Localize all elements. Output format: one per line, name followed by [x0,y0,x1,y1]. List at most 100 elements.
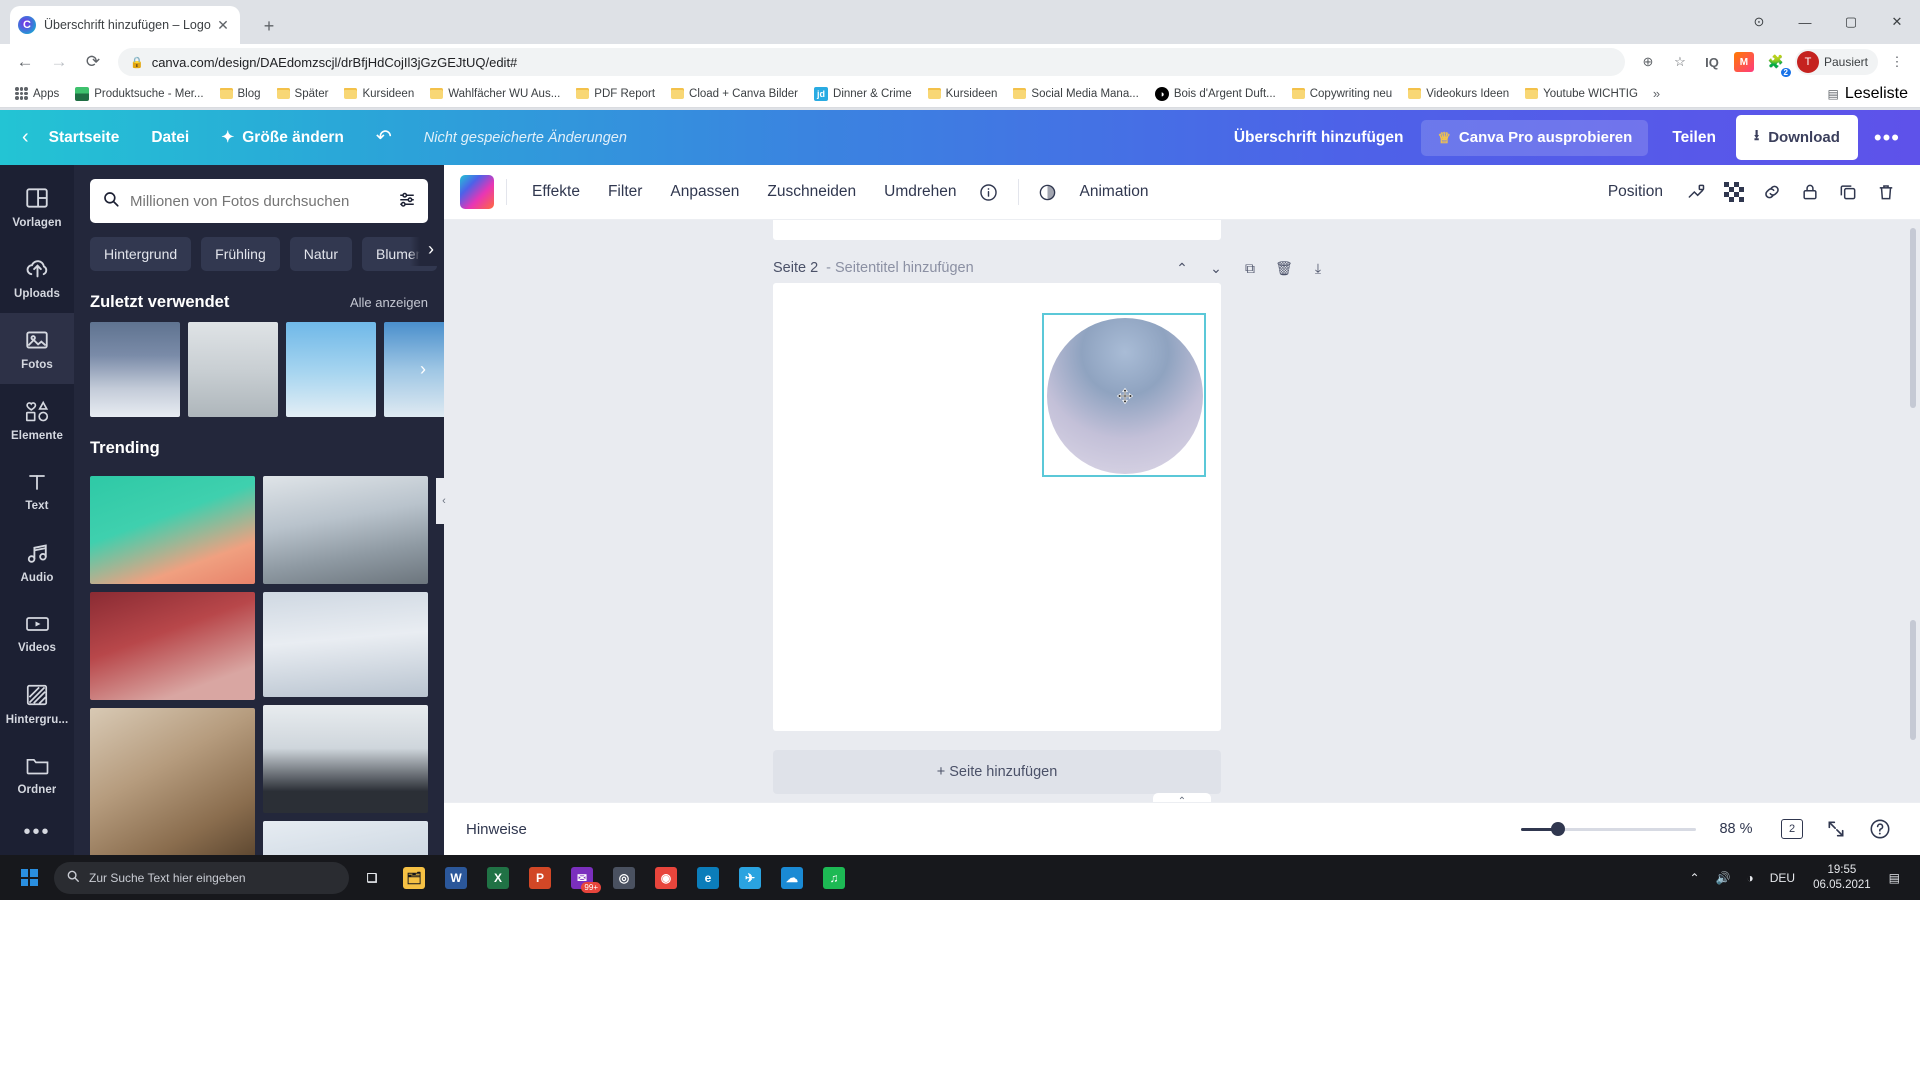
disc-icon[interactable]: ◎ [603,855,645,900]
sidebar-item-ordner[interactable]: Ordner [0,740,74,811]
sidebar-item-vorlagen[interactable]: Vorlagen [0,171,74,242]
selected-image-frame[interactable] [1042,313,1206,477]
telegram-icon[interactable]: ✈ [729,855,771,900]
bookmarks-overflow-icon[interactable]: » [1647,86,1666,101]
volume-icon[interactable]: 🔊 [1710,871,1737,885]
recent-thumb[interactable] [286,322,376,417]
recent-thumb[interactable] [188,322,278,417]
new-tab-button[interactable]: + [255,12,283,40]
photo-tile[interactable] [263,476,428,584]
effects-button[interactable]: Effekte [519,174,593,210]
network-icon[interactable]: ◑ [1741,871,1760,885]
extension-m-icon[interactable]: M [1731,49,1757,75]
bookmark-star-icon[interactable]: ☆ [1667,49,1693,75]
canvas-scrollbar-top[interactable] [1910,228,1916,408]
bookmark-item[interactable]: Youtube WICHTIG [1518,85,1645,103]
photo-tile[interactable] [90,476,255,584]
download-button[interactable]: ⭳ Download [1735,115,1858,160]
fullscreen-icon[interactable] [1818,811,1854,847]
export-page-icon[interactable]: ⤓ [1303,255,1333,281]
file-menu-button[interactable]: Datei [135,110,205,165]
back-icon[interactable]: ← [10,47,40,77]
address-bar[interactable]: 🔒 canva.com/design/DAEdomzscjl/drBfjHdCo… [118,48,1625,76]
copy-style-icon[interactable] [1678,174,1714,210]
back-to-home-icon[interactable]: ‹ [0,110,33,165]
reload-icon[interactable]: ⟳ [78,47,108,77]
bookmark-item[interactable]: jd Dinner & Crime [807,84,919,104]
design-title-input[interactable]: Überschrift hinzufügen [1216,129,1422,147]
edge-icon[interactable]: e [687,855,729,900]
sidebar-more-icon[interactable]: ••• [0,811,74,855]
page-title-input[interactable]: - Seitentitel hinzufügen [826,260,974,276]
bookmark-item[interactable]: Produktsuche - Mer... [68,84,210,104]
canvas-scrollbar-bottom[interactable] [1910,620,1916,740]
zoom-slider[interactable] [1521,819,1696,839]
taskbar-search-box[interactable]: Zur Suche Text hier eingeben [54,861,349,894]
photo-tile[interactable] [90,708,255,855]
bookmark-item[interactable]: Später [270,85,336,103]
search-input[interactable] [130,192,388,210]
mail-icon[interactable]: ✉ 99+ [561,855,603,900]
color-gradient-swatch[interactable] [460,175,494,209]
panel-collapse-handle[interactable]: ‹ [436,478,452,524]
photo-tile[interactable] [263,821,428,855]
window-minimize-button[interactable]: — [1782,0,1828,44]
tray-expand-icon[interactable]: ⌃ [1683,871,1705,885]
page-count-button[interactable]: 2 [1774,811,1810,847]
page-2-canvas[interactable] [773,283,1221,731]
bookmark-item[interactable]: Blog [213,85,268,103]
reading-list-button[interactable]: ▤ Leseliste [1828,85,1913,103]
window-extra-icon[interactable]: ⊙ [1736,0,1782,44]
photo-tile[interactable] [90,592,255,700]
bookmark-item[interactable]: Cload + Canva Bilder [664,85,805,103]
filter-button[interactable]: Filter [595,174,655,210]
bookmark-item[interactable]: Videokurs Ideen [1401,85,1516,103]
sidebar-item-uploads[interactable]: Uploads [0,242,74,313]
sidebar-item-fotos[interactable]: Fotos [0,313,74,385]
canvas-area[interactable]: Seite 2 - Seitentitel hinzufügen ⌃ ⌄ ⧉ 🗑… [444,220,1920,802]
powerpoint-icon[interactable]: P [519,855,561,900]
extension-puzzle-icon[interactable]: 🧩 2 [1763,49,1791,77]
excel-icon[interactable]: X [477,855,519,900]
bookmark-item[interactable]: Apps [8,84,66,103]
move-page-down-icon[interactable]: ⌄ [1201,255,1231,281]
recent-next-icon[interactable]: › [410,352,436,386]
info-icon[interactable] [972,175,1006,209]
bookmark-item[interactable]: ◑ Bois d'Argent Duft... [1148,84,1283,104]
bookmark-item[interactable]: Kursideen [337,85,421,103]
undo-icon[interactable]: ↶ [360,110,408,165]
crop-button[interactable]: Zuschneiden [754,174,869,210]
language-indicator[interactable]: DEU [1764,871,1801,885]
sidebar-item-text[interactable]: Text [0,455,74,526]
bookmark-item[interactable]: Copywriting neu [1285,85,1399,103]
windows-start-icon[interactable] [6,855,52,900]
browser-tab[interactable]: C Überschrift hinzufügen – Logo ✕ [10,6,240,44]
animation-icon[interactable] [1031,175,1065,209]
duplicate-icon[interactable] [1830,174,1866,210]
lock-icon[interactable] [1792,174,1828,210]
window-maximize-button[interactable]: ▢ [1828,0,1874,44]
bookmark-item[interactable]: PDF Report [569,85,662,103]
home-button[interactable]: Startseite [33,110,136,165]
extension-iq-icon[interactable]: IQ [1699,49,1725,75]
zoom-icon[interactable]: ⊕ [1635,49,1661,75]
link-icon[interactable] [1754,174,1790,210]
word-icon[interactable]: W [435,855,477,900]
photo-tile[interactable] [263,705,428,813]
onedrive-icon[interactable]: ☁ [771,855,813,900]
forward-icon[interactable]: → [44,47,74,77]
move-page-up-icon[interactable]: ⌃ [1167,255,1197,281]
photo-tile[interactable] [263,592,428,697]
search-box[interactable] [90,179,428,223]
flip-button[interactable]: Umdrehen [871,174,969,210]
spotify-icon[interactable]: ♫ [813,855,855,900]
share-button[interactable]: Teilen [1652,129,1736,147]
category-chip[interactable]: Frühling [201,237,280,271]
clock[interactable]: 19:55 06.05.2021 [1805,863,1879,893]
sidebar-item-audio[interactable]: Audio [0,526,74,597]
sidebar-item-hintergru[interactable]: Hintergru... [0,668,74,739]
header-more-icon[interactable]: ••• [1858,125,1920,151]
tab-close-icon[interactable]: ✕ [214,17,232,34]
help-icon[interactable] [1862,811,1898,847]
animation-button[interactable]: Animation [1067,174,1162,210]
